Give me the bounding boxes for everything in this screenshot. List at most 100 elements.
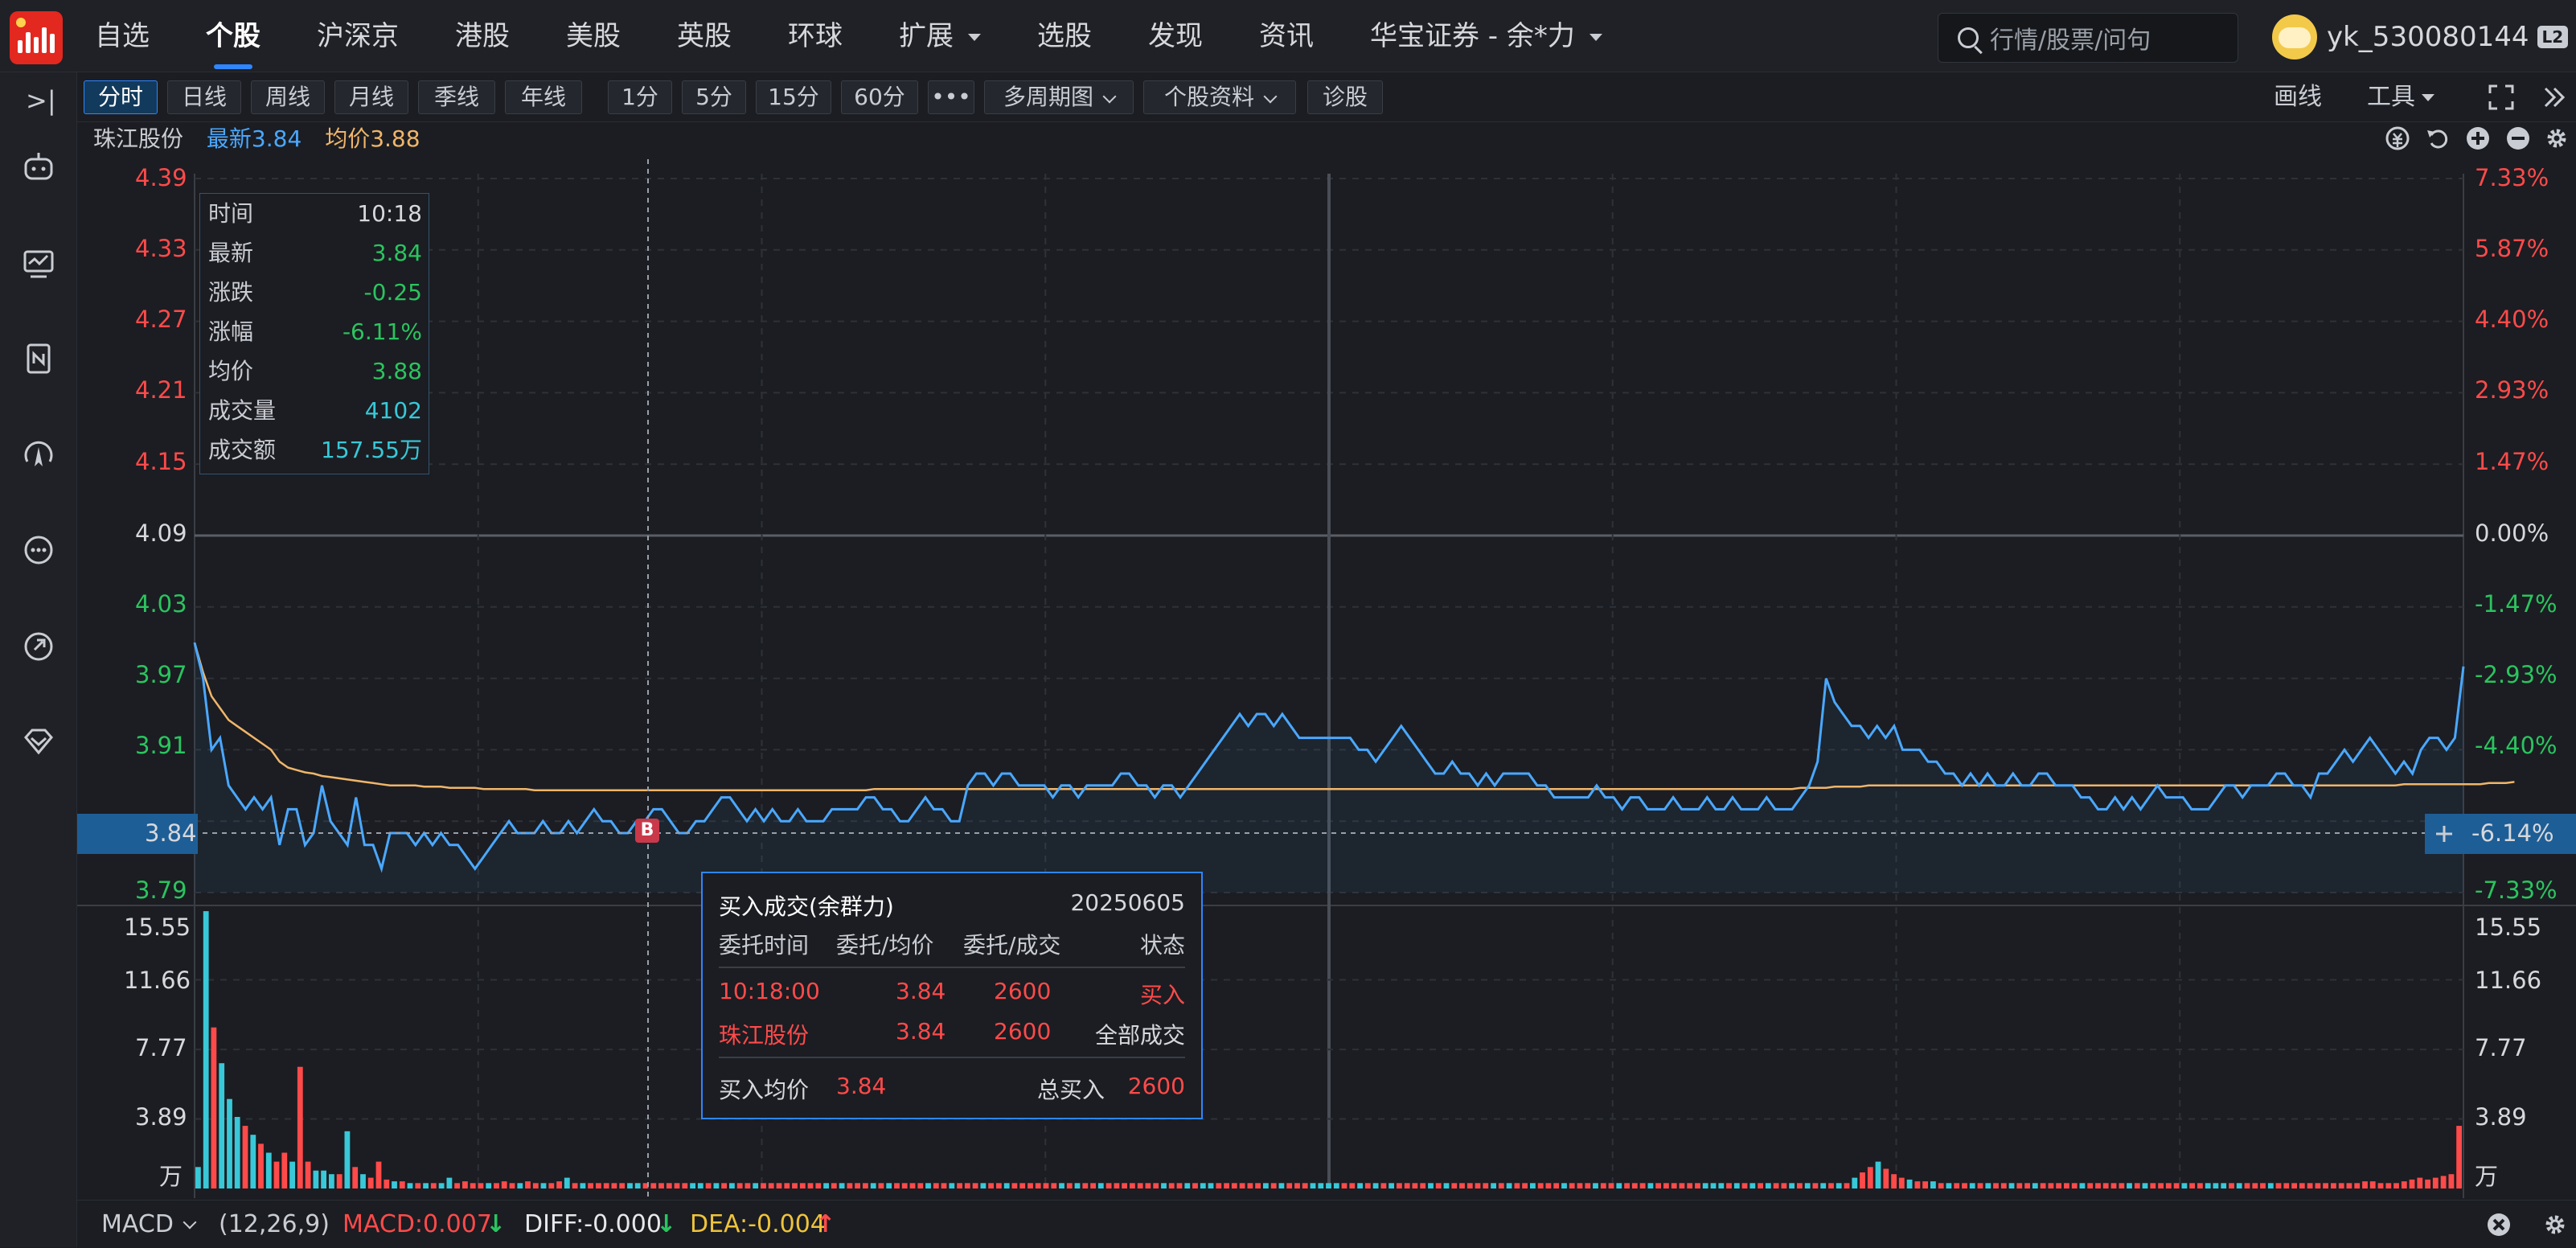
volume-bar bbox=[1569, 1183, 1575, 1188]
chart-grid bbox=[77, 174, 2576, 1198]
indicator-settings-icon[interactable] bbox=[2542, 1212, 2568, 1238]
volume-bar bbox=[1938, 1183, 1944, 1188]
data-value: 3.88 bbox=[371, 358, 422, 384]
volume-bar bbox=[1114, 1183, 1120, 1188]
volume-bar bbox=[2095, 1183, 2101, 1188]
volume-bar bbox=[2291, 1183, 2297, 1188]
volume-bar bbox=[1671, 1183, 1677, 1188]
volume-bar bbox=[2417, 1177, 2423, 1188]
volume-bar bbox=[1412, 1183, 1418, 1188]
volume-bar bbox=[1679, 1183, 1685, 1188]
volume-bar bbox=[1702, 1183, 1708, 1188]
popup-total-label: 总买入 bbox=[1037, 1077, 1105, 1103]
volume-bar bbox=[525, 1181, 531, 1188]
volume-bar bbox=[799, 1183, 806, 1188]
volume-axis-label: 11.66 bbox=[2475, 967, 2542, 994]
arrow-down-icon: ↓ bbox=[656, 1210, 677, 1238]
volume-bar bbox=[399, 1181, 405, 1188]
volume-bar bbox=[901, 1183, 908, 1188]
popup-header-qty: 委托/成交 bbox=[963, 932, 1061, 959]
volume-bar bbox=[227, 1098, 232, 1188]
volume-bar bbox=[1898, 1177, 1905, 1188]
add-marker-icon[interactable] bbox=[2425, 814, 2463, 854]
volume-bar bbox=[949, 1183, 955, 1188]
volume-bar bbox=[1930, 1181, 1936, 1188]
volume-bar bbox=[690, 1183, 695, 1188]
data-key: 均价 bbox=[208, 358, 254, 384]
volume-bar bbox=[1035, 1183, 1041, 1188]
volume-bar bbox=[1875, 1161, 1881, 1188]
volume-bar bbox=[430, 1183, 437, 1188]
volume-bar bbox=[1616, 1183, 1622, 1188]
volume-bar bbox=[195, 1167, 201, 1188]
volume-bar bbox=[1333, 1183, 1339, 1188]
volume-bar bbox=[250, 1135, 256, 1188]
volume-bar bbox=[305, 1161, 311, 1188]
volume-bar bbox=[1733, 1183, 1740, 1188]
volume-bar bbox=[2064, 1183, 2069, 1188]
intraday-chart[interactable] bbox=[0, 0, 2576, 1247]
volume-axis-label: 15.55 bbox=[124, 913, 191, 941]
volume-bar bbox=[2032, 1183, 2038, 1188]
volume-bar bbox=[1985, 1183, 1991, 1188]
popup-row2-qty: 2600 bbox=[994, 1018, 1052, 1045]
volume-bar bbox=[1286, 1183, 1293, 1188]
volume-bar bbox=[1003, 1183, 1010, 1188]
popup-row1-time: 10:18:00 bbox=[719, 978, 820, 1004]
volume-bar bbox=[1491, 1183, 1496, 1188]
volume-bar bbox=[627, 1183, 633, 1188]
volume-bar bbox=[2079, 1183, 2086, 1188]
volume-bar bbox=[933, 1183, 939, 1188]
volume-bar bbox=[423, 1183, 429, 1188]
volume-bar bbox=[360, 1174, 366, 1188]
indicator-bar: MACD (12,26,9) MACD:0.007 ↓ DIFF:-0.000 … bbox=[77, 1200, 2576, 1247]
volume-bar bbox=[1216, 1183, 1222, 1188]
popup-avg-value: 3.84 bbox=[836, 1073, 887, 1099]
volume-bar bbox=[384, 1179, 390, 1188]
volume-bar bbox=[1420, 1183, 1426, 1188]
volume-bar bbox=[564, 1177, 570, 1188]
indicator-selector[interactable]: MACD bbox=[101, 1201, 197, 1248]
popup-header-time: 委托时间 bbox=[719, 932, 810, 959]
volume-bar bbox=[2181, 1183, 2188, 1188]
volume-bar bbox=[886, 1183, 892, 1188]
volume-bar bbox=[258, 1143, 264, 1188]
volume-bar bbox=[454, 1183, 460, 1188]
volume-bar bbox=[281, 1152, 288, 1188]
close-indicator-icon[interactable] bbox=[2486, 1212, 2512, 1238]
buy-trade-marker[interactable]: B bbox=[635, 819, 659, 843]
volume-bar bbox=[917, 1183, 924, 1188]
arrow-down-icon: ↓ bbox=[486, 1210, 507, 1238]
volume-bar bbox=[682, 1183, 688, 1188]
volume-bar bbox=[1239, 1183, 1245, 1188]
volume-bar bbox=[807, 1183, 814, 1188]
volume-bar bbox=[1647, 1183, 1654, 1188]
volume-bar bbox=[1812, 1183, 1819, 1188]
volume-axis-label: 15.55 bbox=[2475, 913, 2542, 941]
volume-bar bbox=[1270, 1183, 1277, 1188]
volume-bar bbox=[2236, 1183, 2242, 1188]
volume-bar bbox=[1695, 1183, 1700, 1188]
volume-bar bbox=[870, 1183, 876, 1188]
data-row-latest: 最新 3.84 bbox=[208, 233, 422, 273]
indicator-name: MACD bbox=[101, 1210, 174, 1238]
volume-bar bbox=[517, 1183, 523, 1188]
volume-bar bbox=[1082, 1183, 1089, 1188]
volume-bar bbox=[2165, 1183, 2172, 1188]
diff-value: DIFF:-0.000 bbox=[524, 1210, 662, 1238]
volume-bar bbox=[2377, 1183, 2384, 1188]
volume-bar bbox=[1051, 1183, 1057, 1188]
volume-bar bbox=[313, 1170, 319, 1188]
volume-bar bbox=[1537, 1183, 1544, 1188]
volume-bar bbox=[1860, 1172, 1865, 1188]
volume-bar bbox=[1310, 1183, 1316, 1188]
data-key: 成交额 bbox=[208, 437, 277, 463]
volume-bar bbox=[2307, 1183, 2313, 1188]
volume-bar bbox=[1388, 1183, 1394, 1188]
volume-bar bbox=[972, 1183, 978, 1188]
volume-bar bbox=[289, 1161, 295, 1188]
volume-bar bbox=[996, 1183, 1002, 1188]
volume-bar bbox=[1137, 1183, 1143, 1188]
volume-bar bbox=[823, 1183, 829, 1188]
volume-bar bbox=[1302, 1183, 1308, 1188]
